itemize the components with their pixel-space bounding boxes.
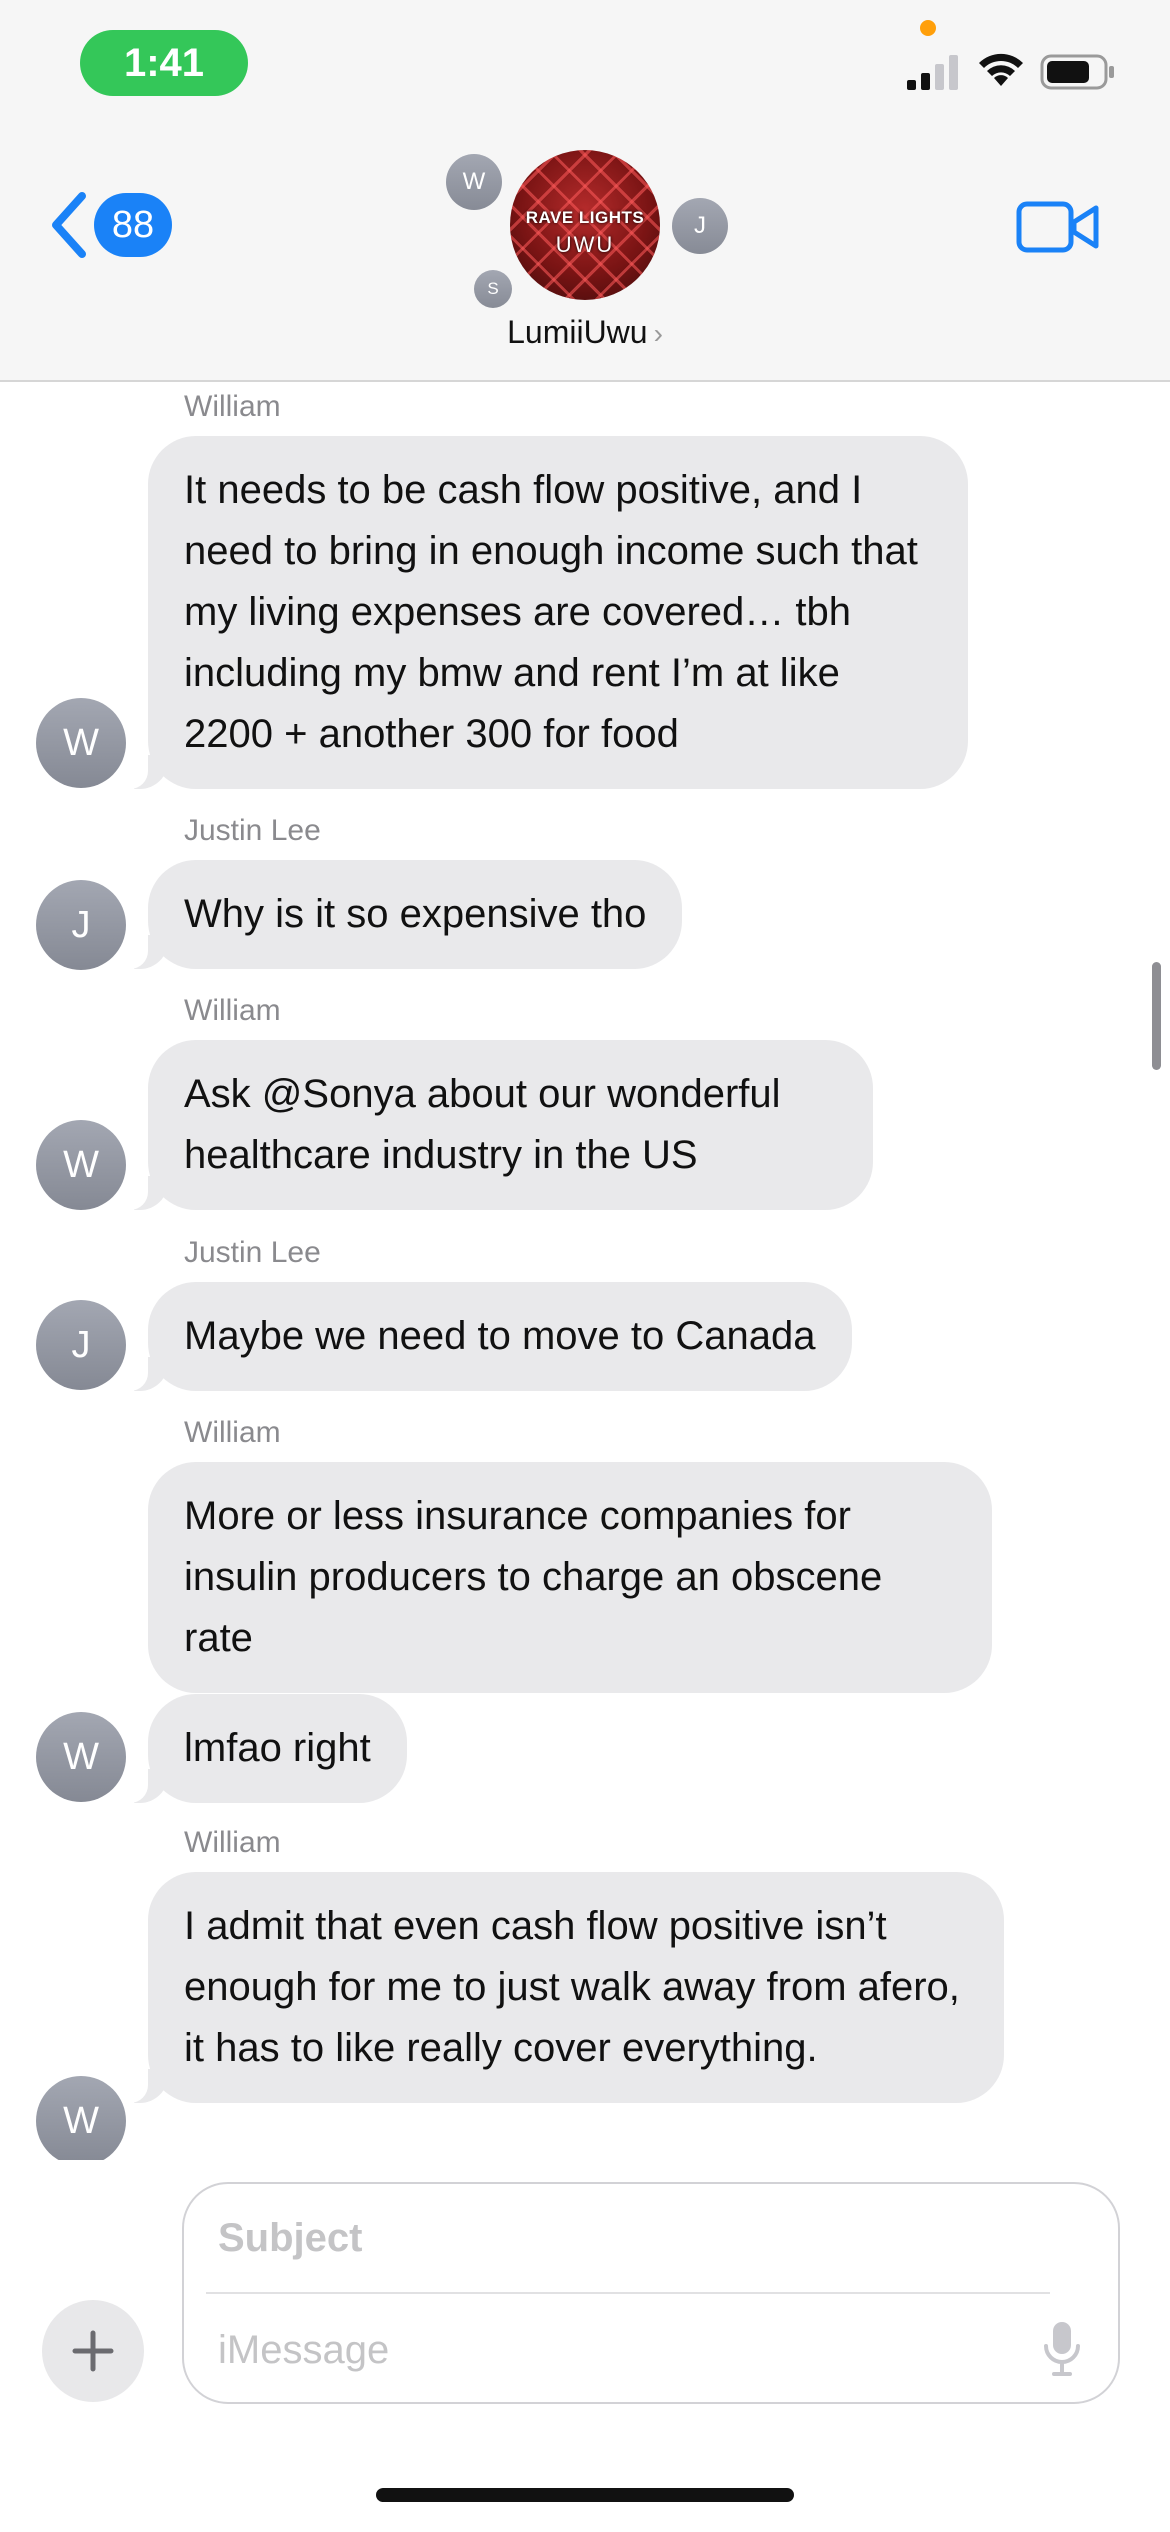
facetime-video-button[interactable] bbox=[1016, 198, 1100, 261]
message-bubble[interactable]: Why is it so expensive tho bbox=[121, 860, 683, 969]
message-bubble[interactable]: lmfao right bbox=[122, 1694, 407, 1803]
message-composer bbox=[0, 2160, 1170, 2532]
battery-icon bbox=[1040, 54, 1114, 90]
message-bubble[interactable]: Maybe we need to move to Canada bbox=[122, 1282, 852, 1391]
sender-avatar[interactable]: J bbox=[36, 1300, 126, 1390]
sender-name: Justin Lee bbox=[184, 1236, 321, 1269]
status-time[interactable]: 1:41 bbox=[80, 30, 248, 96]
member-avatar-s[interactable]: S bbox=[474, 270, 512, 308]
subject-field[interactable] bbox=[218, 2208, 1068, 2268]
message-bubble[interactable]: It needs to be cash flow positive, and I… bbox=[122, 436, 968, 789]
message-bubble[interactable]: More or less insurance companies for ins… bbox=[148, 1462, 992, 1693]
group-avatar[interactable]: RAVE LIGHTS UWU bbox=[510, 150, 660, 300]
conversation-header: 88 W RAVE LIGHTS UWU J S LumiiUwu › bbox=[0, 130, 1170, 382]
message-bubble[interactable]: Ask @Sonya about our wonderful healthcar… bbox=[122, 1040, 873, 1210]
input-divider bbox=[206, 2292, 1050, 2294]
wifi-icon bbox=[979, 53, 1023, 86]
scrollbar[interactable] bbox=[1152, 962, 1161, 1070]
sender-name: Justin Lee bbox=[184, 814, 321, 847]
status-bar: 1:41 bbox=[0, 0, 1170, 130]
home-indicator[interactable] bbox=[376, 2488, 794, 2502]
member-avatar-w[interactable]: W bbox=[446, 154, 502, 210]
sender-avatar[interactable]: J bbox=[36, 880, 126, 970]
imessage-field[interactable] bbox=[218, 2320, 998, 2380]
microphone-icon[interactable] bbox=[1042, 2320, 1082, 2378]
sender-name: William bbox=[184, 994, 281, 1027]
sender-avatar[interactable]: W bbox=[36, 698, 126, 788]
message-thread[interactable]: William It needs to be cash flow positiv… bbox=[0, 384, 1170, 2174]
unread-count-badge: 88 bbox=[94, 193, 172, 257]
cellular-signal-icon bbox=[907, 55, 958, 90]
member-avatar-j[interactable]: J bbox=[672, 198, 728, 254]
sender-avatar[interactable]: W bbox=[36, 1712, 126, 1802]
video-camera-icon bbox=[1016, 201, 1099, 253]
chevron-right-icon: › bbox=[653, 318, 663, 349]
sender-name: William bbox=[184, 1826, 281, 1859]
microphone-in-use-indicator bbox=[920, 20, 936, 36]
sender-name: William bbox=[184, 390, 281, 423]
plus-icon bbox=[72, 2330, 114, 2372]
sender-avatar[interactable]: W bbox=[36, 2076, 126, 2166]
group-avatar-text-line2: UWU bbox=[555, 232, 615, 257]
group-avatar-text-line1: RAVE LIGHTS bbox=[525, 208, 645, 227]
sender-avatar[interactable]: W bbox=[36, 1120, 126, 1210]
message-bubble[interactable]: I admit that even cash flow positive isn… bbox=[122, 1872, 1004, 2103]
add-attachment-button[interactable] bbox=[42, 2300, 144, 2402]
chevron-left-icon bbox=[52, 192, 86, 258]
group-name: LumiiUwu bbox=[507, 314, 648, 350]
sender-name: William bbox=[184, 1416, 281, 1449]
message-input-box bbox=[182, 2182, 1120, 2404]
back-button[interactable]: 88 bbox=[48, 192, 172, 258]
group-name-button[interactable]: LumiiUwu › bbox=[0, 314, 1170, 351]
